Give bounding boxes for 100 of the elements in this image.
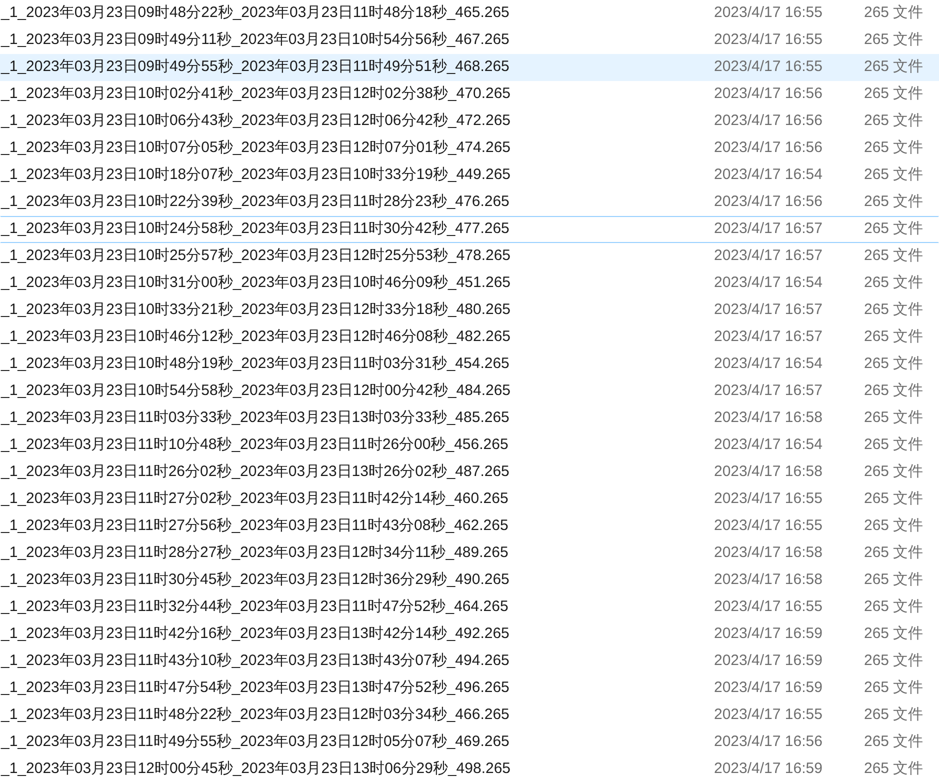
file-name: _1_2023年03月23日12时00分45秒_2023年03月23日13时06分29秒_498.265	[1, 759, 511, 780]
file-row[interactable]: _1_2023年03月23日11时26分02秒_2023年03月23日13时26分02秒_487.265 2023/4/17 16:58 265 文件	[0, 459, 939, 486]
modified-date: 2023/4/17 16:58	[714, 570, 822, 590]
file-type: 265 文件	[864, 327, 924, 348]
file-name: _1_2023年03月23日10时48分19秒_2023年03月23日11时03分31秒_454.265	[1, 354, 510, 374]
file-row[interactable]: _1_2023年03月23日09时48分22秒_2023年03月23日11时48分18秒_465.265 2023/4/17 16:55 265 文件	[0, 0, 939, 27]
file-name: _1_2023年03月23日11时10分48秒_2023年03月23日11时26分00秒_456.265	[1, 435, 508, 456]
modified-date: 2023/4/17 16:58	[714, 543, 822, 564]
modified-date: 2023/4/17 16:56	[714, 84, 822, 104]
modified-date: 2023/4/17 16:55	[714, 489, 822, 510]
file-row[interactable]: _1_2023年03月23日11时48分22秒_2023年03月23日12时03分34秒_466.265 2023/4/17 16:55 265 文件	[0, 702, 939, 729]
file-row[interactable]: _1_2023年03月23日10时06分43秒_2023年03月23日12时06分42秒_472.265 2023/4/17 16:56 265 文件	[0, 108, 939, 135]
file-name: _1_2023年03月23日11时27分02秒_2023年03月23日11时42分14秒_460.265	[1, 489, 508, 510]
file-name: _1_2023年03月23日11时32分44秒_2023年03月23日11时47分52秒_464.265	[1, 597, 508, 618]
file-row[interactable]: _1_2023年03月23日11时47分54秒_2023年03月23日13时47分52秒_496.265 2023/4/17 16:59 265 文件	[0, 675, 939, 702]
file-name: _1_2023年03月23日11时28分27秒_2023年03月23日12时34分11秒_489.265	[1, 543, 508, 564]
file-name: _1_2023年03月23日10时31分00秒_2023年03月23日10时46分09秒_451.265	[1, 273, 511, 294]
file-name: _1_2023年03月23日11时26分02秒_2023年03月23日13时26分02秒_487.265	[1, 462, 510, 482]
modified-date: 2023/4/17 16:54	[714, 165, 822, 186]
file-name: _1_2023年03月23日09时48分22秒_2023年03月23日11时48分18秒_465.265	[1, 3, 510, 24]
file-name: _1_2023年03月23日11时42分16秒_2023年03月23日13时42分14秒_492.265	[1, 624, 510, 644]
modified-date: 2023/4/17 16:57	[714, 219, 822, 240]
file-type: 265 文件	[864, 408, 924, 428]
file-row[interactable]: _1_2023年03月23日11时03分33秒_2023年03月23日13时03分33秒_485.265 2023/4/17 16:58 265 文件	[0, 405, 939, 432]
file-name: _1_2023年03月23日10时18分07秒_2023年03月23日10时33分19秒_449.265	[1, 165, 511, 186]
modified-date: 2023/4/17 16:54	[714, 435, 822, 456]
modified-date: 2023/4/17 16:57	[714, 381, 822, 402]
file-type: 265 文件	[864, 462, 924, 482]
file-row[interactable]: _1_2023年03月23日10时48分19秒_2023年03月23日11时03分31秒_454.265 2023/4/17 16:54 265 文件	[0, 351, 939, 378]
file-row[interactable]: _1_2023年03月23日11时49分55秒_2023年03月23日12时05分07秒_469.265 2023/4/17 16:56 265 文件	[0, 729, 939, 756]
file-type: 265 文件	[864, 516, 924, 536]
file-row[interactable]: _1_2023年03月23日10时31分00秒_2023年03月23日10时46分09秒_451.265 2023/4/17 16:54 265 文件	[0, 270, 939, 297]
file-name: _1_2023年03月23日10时24分58秒_2023年03月23日11时30分42秒_477.265	[1, 219, 510, 240]
file-row[interactable]: _1_2023年03月23日10时33分21秒_2023年03月23日12时33分18秒_480.265 2023/4/17 16:57 265 文件	[0, 297, 939, 324]
file-name: _1_2023年03月23日11时27分56秒_2023年03月23日11时43分08秒_462.265	[1, 516, 508, 536]
file-row[interactable]: _1_2023年03月23日11时30分45秒_2023年03月23日12时36分29秒_490.265 2023/4/17 16:58 265 文件	[0, 567, 939, 594]
modified-date: 2023/4/17 16:55	[714, 705, 822, 726]
file-row[interactable]: _1_2023年03月23日11时32分44秒_2023年03月23日11时47分52秒_464.265 2023/4/17 16:55 265 文件	[0, 594, 939, 621]
modified-date: 2023/4/17 16:59	[714, 678, 822, 698]
file-row[interactable]: _1_2023年03月23日11时42分16秒_2023年03月23日13时42分14秒_492.265 2023/4/17 16:59 265 文件	[0, 621, 939, 648]
file-row[interactable]: _1_2023年03月23日10时46分12秒_2023年03月23日12时46分08秒_482.265 2023/4/17 16:57 265 文件	[0, 324, 939, 351]
file-type: 265 文件	[864, 705, 924, 726]
modified-date: 2023/4/17 16:59	[714, 651, 822, 672]
file-row[interactable]: _1_2023年03月23日10时02分41秒_2023年03月23日12时02分38秒_470.265 2023/4/17 16:56 265 文件	[0, 81, 939, 108]
modified-date: 2023/4/17 16:57	[714, 246, 822, 266]
file-type: 265 文件	[864, 570, 924, 590]
file-type: 265 文件	[864, 489, 924, 510]
modified-date: 2023/4/17 16:54	[714, 354, 822, 374]
file-name: _1_2023年03月23日11时30分45秒_2023年03月23日12时36分29秒_490.265	[1, 570, 510, 590]
modified-date: 2023/4/17 16:55	[714, 516, 822, 536]
file-type: 265 文件	[864, 597, 924, 618]
file-type: 265 文件	[864, 543, 924, 564]
file-name: _1_2023年03月23日11时47分54秒_2023年03月23日13时47分52秒_496.265	[1, 678, 510, 698]
file-row[interactable]: _1_2023年03月23日11时28分27秒_2023年03月23日12时34分11秒_489.265 2023/4/17 16:58 265 文件	[0, 540, 939, 567]
file-row[interactable]: _1_2023年03月23日11时27分56秒_2023年03月23日11时43分08秒_462.265 2023/4/17 16:55 265 文件	[0, 513, 939, 540]
file-name: _1_2023年03月23日11时03分33秒_2023年03月23日13时03分33秒_485.265	[1, 408, 510, 428]
file-name: _1_2023年03月23日10时22分39秒_2023年03月23日11时28分23秒_476.265	[1, 192, 510, 212]
file-type: 265 文件	[864, 624, 924, 644]
file-row[interactable]: _1_2023年03月23日10时18分07秒_2023年03月23日10时33分19秒_449.265 2023/4/17 16:54 265 文件	[0, 162, 939, 189]
file-name: _1_2023年03月23日10时02分41秒_2023年03月23日12时02分38秒_470.265	[1, 84, 511, 104]
file-type: 265 文件	[864, 300, 924, 320]
file-type: 265 文件	[864, 219, 924, 240]
file-row[interactable]: _1_2023年03月23日10时24分58秒_2023年03月23日11时30分42秒_477.265 2023/4/17 16:57 265 文件	[0, 216, 939, 243]
file-type: 265 文件	[864, 111, 924, 132]
modified-date: 2023/4/17 16:55	[714, 3, 822, 24]
file-name: _1_2023年03月23日11时43分10秒_2023年03月23日13时43分07秒_494.265	[1, 651, 510, 672]
file-type: 265 文件	[864, 84, 924, 104]
file-type: 265 文件	[864, 138, 924, 158]
modified-date: 2023/4/17 16:54	[714, 273, 822, 294]
file-row[interactable]: _1_2023年03月23日10时54分58秒_2023年03月23日12时00分42秒_484.265 2023/4/17 16:57 265 文件	[0, 378, 939, 405]
modified-date: 2023/4/17 16:55	[714, 597, 822, 618]
file-type: 265 文件	[864, 3, 924, 24]
file-type: 265 文件	[864, 435, 924, 456]
file-name: _1_2023年03月23日10时54分58秒_2023年03月23日12时00分42秒_484.265	[1, 381, 511, 402]
file-row[interactable]: _1_2023年03月23日11时43分10秒_2023年03月23日13时43分07秒_494.265 2023/4/17 16:59 265 文件	[0, 648, 939, 675]
file-type: 265 文件	[864, 651, 924, 672]
file-name: _1_2023年03月23日10时07分05秒_2023年03月23日12时07分01秒_474.265	[1, 138, 511, 158]
file-type: 265 文件	[864, 57, 924, 78]
file-row[interactable]: _1_2023年03月23日09时49分55秒_2023年03月23日11时49分51秒_468.265 2023/4/17 16:55 265 文件	[0, 54, 939, 81]
modified-date: 2023/4/17 16:56	[714, 111, 822, 132]
file-row[interactable]: _1_2023年03月23日09时49分11秒_2023年03月23日10时54分56秒_467.265 2023/4/17 16:55 265 文件	[0, 27, 939, 54]
file-row[interactable]: _1_2023年03月23日11时10分48秒_2023年03月23日11时26分00秒_456.265 2023/4/17 16:54 265 文件	[0, 432, 939, 459]
modified-date: 2023/4/17 16:58	[714, 462, 822, 482]
file-row[interactable]: _1_2023年03月23日10时25分57秒_2023年03月23日12时25分53秒_478.265 2023/4/17 16:57 265 文件	[0, 243, 939, 270]
modified-date: 2023/4/17 16:59	[714, 624, 822, 644]
file-name: _1_2023年03月23日09时49分11秒_2023年03月23日10时54分56秒_467.265	[1, 30, 510, 50]
file-row[interactable]: _1_2023年03月23日11时27分02秒_2023年03月23日11时42分14秒_460.265 2023/4/17 16:55 265 文件	[0, 486, 939, 513]
file-row[interactable]: _1_2023年03月23日10时07分05秒_2023年03月23日12时07分01秒_474.265 2023/4/17 16:56 265 文件	[0, 135, 939, 162]
file-row[interactable]: _1_2023年03月23日12时00分45秒_2023年03月23日13时06分29秒_498.265 2023/4/17 16:59 265 文件	[0, 756, 939, 780]
file-type: 265 文件	[864, 759, 924, 780]
file-name: _1_2023年03月23日11时49分55秒_2023年03月23日12时05分07秒_469.265	[1, 732, 510, 752]
modified-date: 2023/4/17 16:58	[714, 408, 822, 428]
file-type: 265 文件	[864, 678, 924, 698]
file-type: 265 文件	[864, 30, 924, 50]
file-name: _1_2023年03月23日09时49分55秒_2023年03月23日11时49分51秒_468.265	[1, 57, 510, 78]
modified-date: 2023/4/17 16:56	[714, 732, 822, 752]
file-type: 265 文件	[864, 732, 924, 752]
file-row[interactable]: _1_2023年03月23日10时22分39秒_2023年03月23日11时28分23秒_476.265 2023/4/17 16:56 265 文件	[0, 189, 939, 216]
modified-date: 2023/4/17 16:55	[714, 30, 822, 50]
modified-date: 2023/4/17 16:55	[714, 57, 822, 78]
